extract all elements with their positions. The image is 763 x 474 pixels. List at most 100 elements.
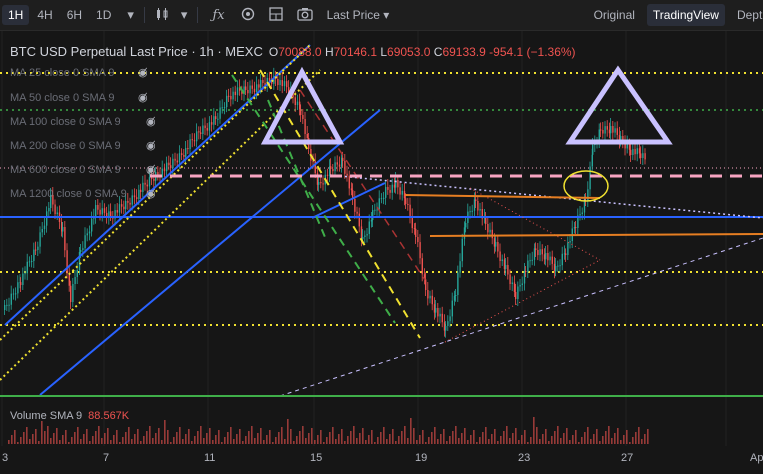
timeframe-dropdown-icon[interactable]: ▾ — [127, 7, 134, 23]
candle-body — [559, 265, 561, 267]
volume-bar — [617, 428, 619, 444]
candle-body — [249, 85, 251, 94]
candle-body — [39, 232, 41, 247]
volume-bar — [65, 430, 67, 444]
settings-icon[interactable] — [241, 7, 255, 24]
volume-bar — [572, 435, 574, 444]
hide-eye-icon[interactable]: ◉̸ — [138, 91, 148, 104]
view-depth[interactable]: Depth — [731, 4, 763, 26]
volume-bar — [479, 437, 481, 444]
candle-body — [563, 253, 566, 255]
volume-bar — [398, 436, 400, 444]
candle-body — [453, 295, 456, 301]
candle-body — [118, 204, 121, 213]
hide-eye-icon[interactable]: ◉̸ — [146, 187, 156, 200]
volume-bar — [209, 428, 211, 444]
candle-body — [380, 198, 383, 200]
volume-bar — [251, 426, 253, 444]
timeframe-6h[interactable]: 6H — [61, 5, 88, 25]
candle-body — [84, 235, 86, 249]
high-value: 70146.1 — [333, 44, 377, 59]
volume-bar — [521, 435, 523, 444]
candles-dropdown-icon[interactable]: ▾ — [181, 7, 188, 23]
hide-eye-icon[interactable]: ◉̸ — [146, 115, 156, 128]
candle-body — [479, 209, 481, 211]
volume-bar — [38, 441, 40, 444]
price-type-select[interactable]: Last Price ▾ — [327, 8, 390, 22]
timeframe-1h[interactable]: 1H — [2, 5, 30, 25]
indicator-ma50[interactable]: MA 50 close 0 SMA 9 — [10, 92, 115, 104]
indicator-ma200[interactable]: MA 200 close 0 SMA 9 — [10, 140, 121, 152]
candle-body — [43, 225, 46, 229]
candle-body — [64, 227, 66, 251]
candle-body — [99, 209, 101, 215]
candle-body — [131, 195, 133, 205]
volume-bar — [434, 427, 436, 444]
volume-bar — [365, 440, 367, 444]
candle-body — [642, 153, 644, 158]
candle-body — [417, 237, 419, 243]
volume-label: Volume SMA 9 — [10, 410, 83, 422]
candle-body — [172, 158, 174, 168]
candle-body — [531, 259, 533, 261]
candle-body — [451, 300, 453, 317]
candle-body — [189, 139, 191, 150]
indicator-ma600[interactable]: MA 600 close 0 SMA 9 — [10, 164, 121, 176]
candle-body — [628, 143, 631, 150]
volume-bar — [284, 439, 286, 444]
candle-body — [256, 84, 258, 93]
indicator-ma100[interactable]: MA 100 close 0 SMA 9 — [10, 116, 121, 128]
view-tradingview[interactable]: TradingView — [646, 4, 725, 26]
indicator-ma25[interactable]: MA 25 close 0 SMA 9 — [10, 67, 115, 79]
volume-bar — [380, 432, 382, 444]
candle-body — [17, 282, 19, 294]
volume-bar — [431, 432, 433, 444]
volume-bar — [638, 427, 640, 444]
time-axis-label: 23 — [518, 452, 531, 464]
volume-bar — [305, 438, 307, 444]
candle-body — [300, 109, 302, 115]
volume-bar — [626, 430, 628, 444]
view-original[interactable]: Original — [588, 4, 641, 26]
candle-body — [583, 200, 586, 213]
volume-bar — [449, 436, 451, 444]
candle-body — [385, 187, 387, 198]
candle-body — [589, 166, 591, 190]
volume-bar — [383, 427, 385, 444]
volume-bar — [47, 426, 49, 444]
candle-body — [125, 201, 127, 210]
hide-eye-icon[interactable]: ◉̸ — [146, 139, 156, 152]
candle-body — [370, 220, 373, 222]
indicator-ma1200[interactable]: MA 1200 close 0 SMA 9 — [10, 188, 127, 200]
volume-bar — [185, 434, 187, 444]
hide-eye-icon[interactable]: ◉̸ — [146, 163, 156, 176]
timeframe-1d[interactable]: 1D — [90, 5, 117, 25]
candle-body — [354, 199, 356, 212]
volume-bar — [329, 432, 331, 444]
candle-body — [567, 242, 569, 255]
layout-icon[interactable] — [268, 6, 283, 24]
indicators-icon[interactable]: ƒx — [212, 8, 224, 23]
screenshot-camera-icon[interactable] — [296, 7, 313, 24]
volume-bar — [488, 439, 490, 444]
time-axis-label: Ap — [750, 452, 763, 464]
volume-bar — [86, 429, 88, 444]
volume-bar — [605, 431, 607, 444]
candles-icon[interactable] — [155, 7, 171, 24]
candle-body — [469, 211, 471, 213]
volume-bar — [224, 437, 226, 444]
volume-bar — [278, 432, 280, 444]
candle-body — [91, 218, 93, 232]
volume-bar — [632, 437, 634, 444]
candle-body — [640, 153, 642, 158]
timeframe-4h[interactable]: 4H — [31, 5, 58, 25]
candle-body — [636, 148, 638, 155]
candle-body — [213, 116, 215, 125]
candle-body — [103, 208, 106, 213]
volume-bar — [257, 433, 259, 444]
hide-eye-icon[interactable]: ◉̸ — [138, 66, 148, 79]
time-axis[interactable]: 3 7 11 15 19 23 27 Ap — [0, 446, 763, 474]
candle-body — [211, 122, 213, 125]
candle-body — [573, 227, 576, 229]
view-switcher: Original TradingView Depth — [582, 0, 763, 30]
